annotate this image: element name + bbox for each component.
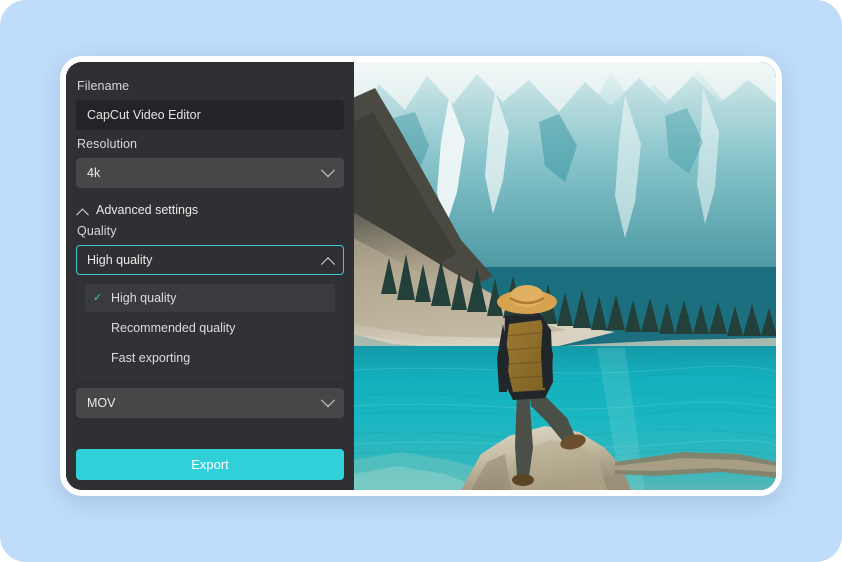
quality-option-label: Recommended quality — [111, 321, 236, 335]
quality-select-value: High quality — [87, 253, 153, 267]
app-card-inner: Filename CapCut Video Editor Resolution … — [66, 62, 776, 490]
quality-option-label: Fast exporting — [111, 351, 191, 365]
preview-image — [354, 62, 776, 490]
advanced-settings-label: Advanced settings — [96, 203, 199, 217]
format-select[interactable]: MOV — [76, 388, 344, 418]
quality-select[interactable]: High quality — [76, 245, 344, 275]
quality-option-fast[interactable]: Fast exporting — [85, 344, 335, 372]
format-select-value: MOV — [87, 396, 116, 410]
format-select-wrapper: MOV — [76, 388, 344, 418]
chevron-down-icon — [320, 393, 336, 408]
page-root: Filename CapCut Video Editor Resolution … — [0, 0, 842, 562]
chevron-up-icon — [76, 207, 89, 221]
export-settings-panel: Filename CapCut Video Editor Resolution … — [66, 62, 354, 490]
filename-label: Filename — [77, 79, 130, 93]
resolution-select-value: 4k — [87, 166, 101, 180]
export-button[interactable]: Export — [76, 449, 344, 480]
app-card: Filename CapCut Video Editor Resolution … — [60, 56, 782, 496]
quality-option-label: High quality — [111, 291, 177, 305]
quality-option-recommended[interactable]: Recommended quality — [85, 314, 335, 342]
export-button-bar: Export — [66, 449, 354, 490]
video-preview[interactable] — [354, 62, 776, 490]
quality-label: Quality — [77, 224, 117, 238]
chevron-down-icon — [320, 163, 336, 178]
quality-dropdown-menu: ✓ High quality Recommended quality Fast … — [76, 280, 344, 381]
check-icon: ✓ — [93, 291, 103, 304]
chevron-up-icon — [320, 257, 336, 272]
resolution-label: Resolution — [77, 137, 138, 151]
filename-input-value: CapCut Video Editor — [87, 108, 201, 122]
advanced-settings-toggle[interactable]: Advanced settings — [76, 203, 344, 221]
filename-input[interactable]: CapCut Video Editor — [76, 100, 344, 130]
quality-option-high[interactable]: ✓ High quality — [85, 284, 335, 312]
resolution-select[interactable]: 4k — [76, 158, 344, 188]
